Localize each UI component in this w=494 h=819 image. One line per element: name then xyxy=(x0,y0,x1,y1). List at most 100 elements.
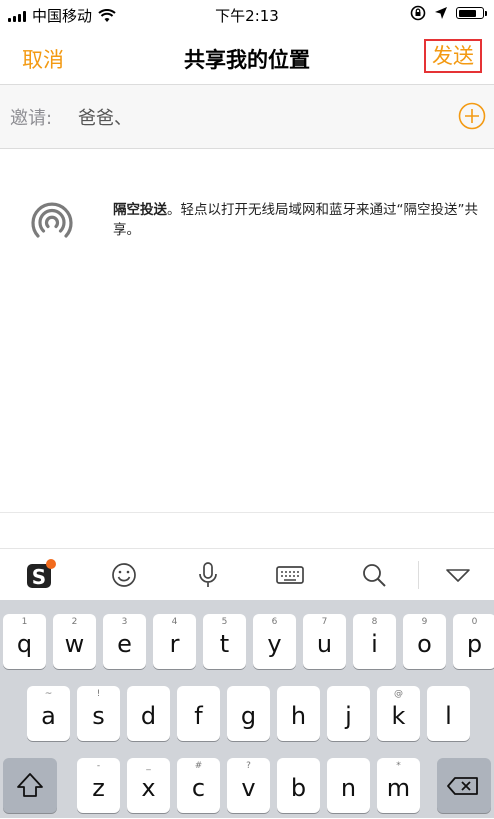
search-icon[interactable] xyxy=(358,559,390,591)
rotation-lock-icon xyxy=(410,5,426,21)
microphone-icon[interactable] xyxy=(192,559,224,591)
airdrop-icon xyxy=(31,202,73,238)
key-m[interactable]: * m xyxy=(377,758,420,813)
key-label: t xyxy=(219,630,230,658)
key-label: g xyxy=(240,702,257,730)
backspace-icon xyxy=(447,777,478,795)
key-label: b xyxy=(290,774,307,802)
ime-toolbar: S xyxy=(0,548,494,601)
invite-label: 邀请: xyxy=(10,108,53,129)
key-h[interactable]: h xyxy=(277,686,320,741)
key-hint: * xyxy=(396,761,401,771)
add-contact-icon[interactable] xyxy=(458,102,486,130)
key-w[interactable]: 2w xyxy=(53,614,96,669)
key-label: s xyxy=(92,702,105,730)
key-hint: 8 xyxy=(371,617,378,627)
keyboard: 1 q 2 w 3 e 4 r 5 t 6 y 7 u 8 i 9 o 0 p ~ a! s d f g h j @ k l - z _ x # c? v… xyxy=(0,600,494,818)
key-l[interactable]: l xyxy=(427,686,470,741)
key-e[interactable]: 3e xyxy=(103,614,146,669)
key-s[interactable]: ! s xyxy=(77,686,120,741)
key-d[interactable]: d xyxy=(127,686,170,741)
key-hint: 1 xyxy=(21,617,28,627)
airdrop-description: 隔空投送。轻点以打开无线局域网和蓝牙来通过“隔空投送”共享。 xyxy=(113,200,483,240)
key-hint: ! xyxy=(96,689,101,699)
key-t[interactable]: 5t xyxy=(203,614,246,669)
key-label: l xyxy=(445,702,452,730)
key-hint: _ xyxy=(146,761,151,771)
page-title: 共享我的位置 xyxy=(184,48,310,72)
collapse-keyboard-icon[interactable] xyxy=(442,559,474,591)
key-y[interactable]: 6y xyxy=(253,614,296,669)
key-u[interactable]: 7u xyxy=(303,614,346,669)
send-button[interactable]: 发送 xyxy=(424,39,482,73)
key-hint: 3 xyxy=(121,617,128,627)
key-k[interactable]: @ k xyxy=(377,686,420,741)
key-label: f xyxy=(194,702,203,730)
key-label: r xyxy=(169,630,180,658)
key-label: c xyxy=(191,774,206,802)
key-label: o xyxy=(417,630,432,658)
key-x[interactable]: _ x xyxy=(127,758,170,813)
key-label: x xyxy=(141,774,156,802)
key-label: m xyxy=(386,774,411,802)
key-g[interactable]: g xyxy=(227,686,270,741)
key-label: i xyxy=(371,630,378,658)
shift-key[interactable] xyxy=(3,758,57,813)
airdrop-row[interactable]: 隔空投送。轻点以打开无线局域网和蓝牙来通过“隔空投送”共享。 xyxy=(0,180,494,260)
key-z[interactable]: -z xyxy=(77,758,120,813)
key-label: y xyxy=(267,630,282,658)
key-label: k xyxy=(391,702,406,730)
nav-bar: 取消 共享我的位置 发送 xyxy=(0,30,494,85)
key-hint: 0 xyxy=(471,617,478,627)
key-o[interactable]: 9o xyxy=(403,614,446,669)
key-hint: ? xyxy=(246,761,251,771)
key-b[interactable]: b xyxy=(277,758,320,813)
key-i[interactable]: 8i xyxy=(353,614,396,669)
key-hint: - xyxy=(96,761,101,771)
key-label: a xyxy=(41,702,56,730)
key-label: q xyxy=(16,630,33,658)
key-label: w xyxy=(64,630,85,658)
invite-recipients[interactable]: 爸爸、 xyxy=(78,104,132,130)
key-r[interactable]: 4r xyxy=(153,614,196,669)
status-right xyxy=(410,5,487,21)
key-c[interactable]: # c xyxy=(177,758,220,813)
key-label: p xyxy=(466,630,483,658)
key-hint: @ xyxy=(394,689,403,699)
key-v[interactable]: ? v xyxy=(227,758,270,813)
key-label: u xyxy=(316,630,333,658)
battery-icon xyxy=(456,7,487,19)
key-n[interactable]: n xyxy=(327,758,370,813)
key-hint: 9 xyxy=(421,617,428,627)
emoji-icon[interactable] xyxy=(108,559,140,591)
key-hint: 6 xyxy=(271,617,278,627)
status-bar: 中国移动 下午2:13 xyxy=(0,0,494,30)
airdrop-text: 。轻点以打开无线局域网和蓝牙来通过“隔空投送”共享。 xyxy=(113,202,478,238)
key-hint: 2 xyxy=(71,617,78,627)
key-label: j xyxy=(345,702,352,730)
invite-field[interactable]: 邀请: 爸爸、 xyxy=(0,85,494,149)
toolbar-divider xyxy=(418,561,419,589)
key-hint: 7 xyxy=(321,617,328,627)
key-p[interactable]: 0p xyxy=(453,614,494,669)
key-a[interactable]: ~ a xyxy=(27,686,70,741)
key-q[interactable]: 1q xyxy=(3,614,46,669)
keyboard-icon[interactable] xyxy=(274,559,306,591)
sogou-logo-icon[interactable]: S xyxy=(24,559,56,591)
key-f[interactable]: f xyxy=(177,686,220,741)
key-j[interactable]: j xyxy=(327,686,370,741)
divider xyxy=(0,512,494,513)
backspace-key[interactable] xyxy=(437,758,491,813)
airdrop-title: 隔空投送 xyxy=(113,202,167,218)
key-hint: 5 xyxy=(221,617,228,627)
key-label: v xyxy=(241,774,256,802)
location-arrow-icon xyxy=(435,7,447,19)
key-hint: 4 xyxy=(171,617,178,627)
shift-icon xyxy=(17,773,43,797)
key-hint: # xyxy=(194,761,203,771)
key-label: h xyxy=(290,702,307,730)
key-label: e xyxy=(117,630,132,658)
key-label: d xyxy=(140,702,157,730)
key-label: z xyxy=(92,774,105,802)
key-label: n xyxy=(340,774,357,802)
